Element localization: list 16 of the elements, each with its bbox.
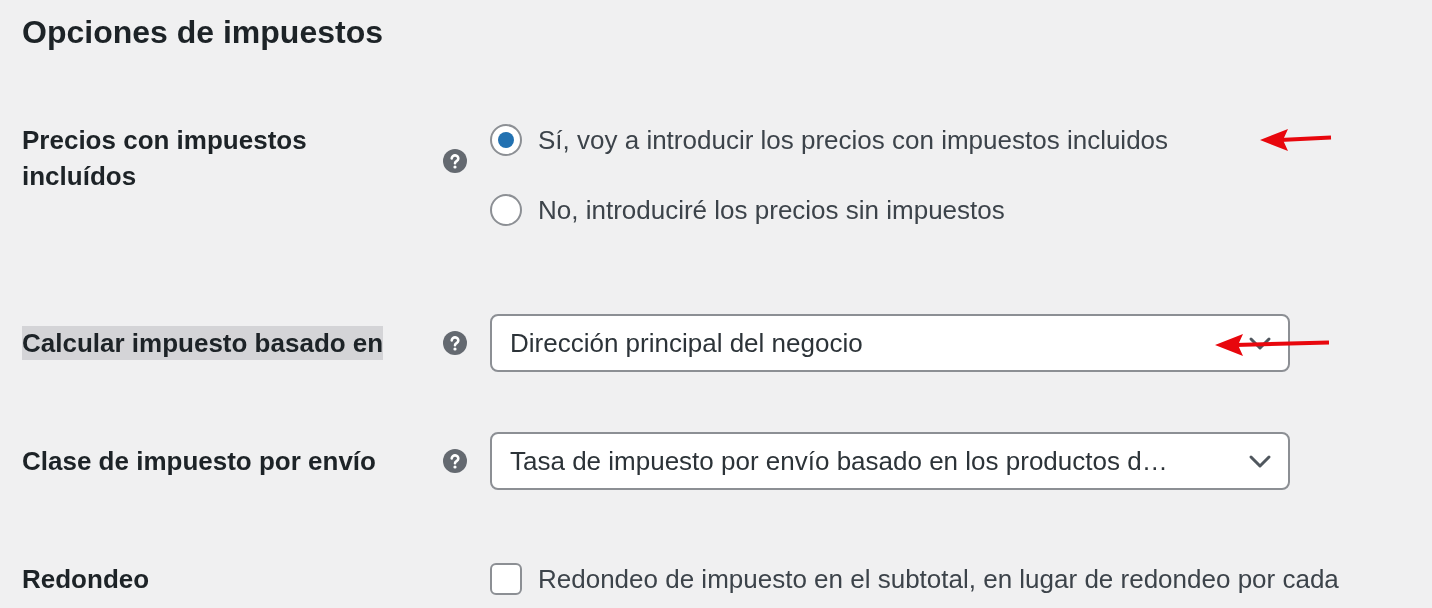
help-icon[interactable] [443,331,467,355]
radio-button[interactable] [490,124,522,156]
setting-label: Redondeo [22,564,150,594]
setting-label: Calcular impuesto basado en [22,326,384,360]
setting-label: Clase de impuesto por envío [22,446,376,476]
select-dropdown[interactable]: Dirección principal del negocio [490,314,1290,372]
help-icon[interactable] [443,149,467,173]
checkbox[interactable] [490,563,522,595]
section-title: Opciones de impuestos [22,14,383,50]
setting-label: Precios con impuestos incluídos [22,125,307,191]
radio-label[interactable]: No, introduciré los precios sin impuestos [538,192,1005,228]
checkbox-label[interactable]: Redondeo de impuesto en el subtotal, en lugar de redondeo por cada [538,561,1339,597]
radio-label[interactable]: Sí, voy a introducir los precios con impuestos incluidos [538,122,1169,158]
select-dropdown[interactable]: Tasa de impuesto por envío basado en los productos d… [490,432,1290,490]
help-icon[interactable] [443,449,467,473]
radio-button[interactable] [490,194,522,226]
